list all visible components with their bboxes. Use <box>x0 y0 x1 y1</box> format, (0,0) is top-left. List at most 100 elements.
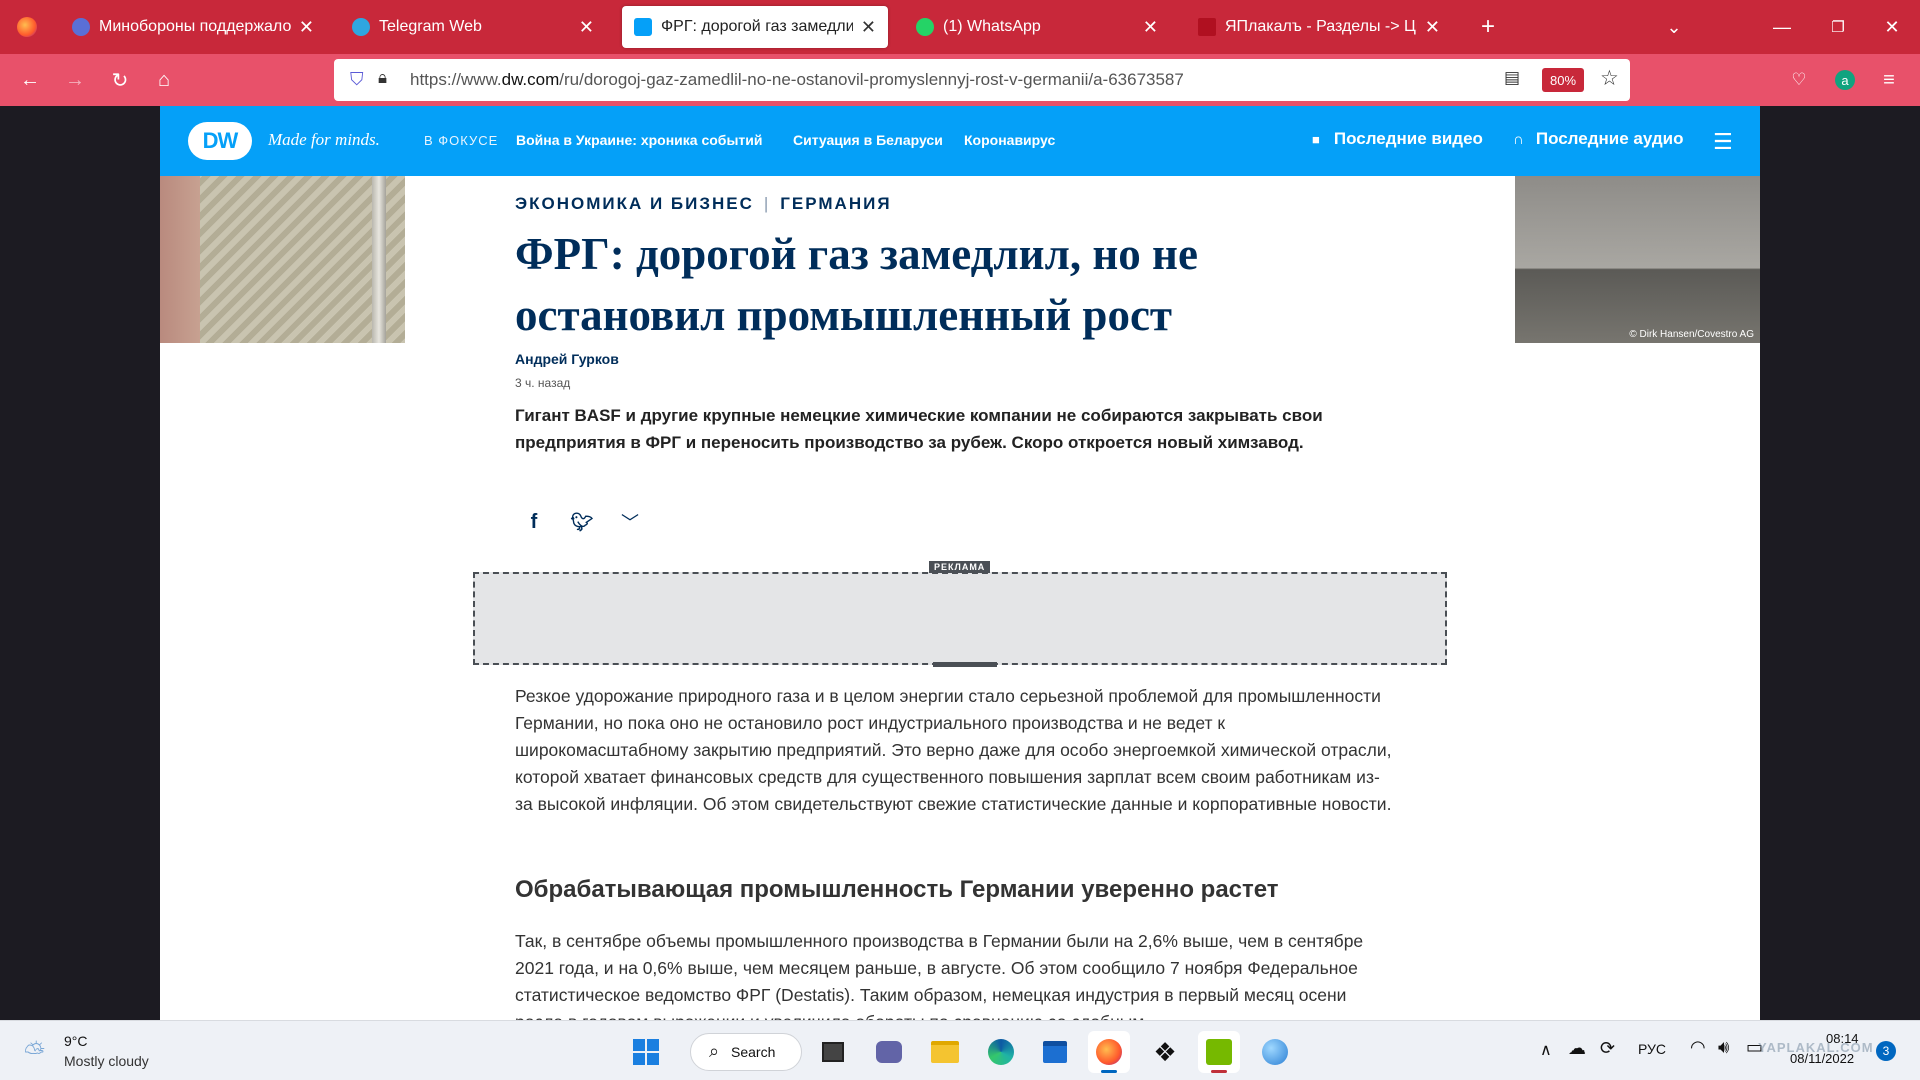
globe-app-icon[interactable] <box>1254 1031 1296 1073</box>
site-watermark: YAPLAKAL.COM <box>1758 1040 1874 1055</box>
headline-line: остановил промышленный рост <box>515 290 1173 340</box>
facebook-share-icon[interactable]: f <box>522 510 546 534</box>
firefox-taskbar-icon[interactable] <box>1088 1031 1130 1073</box>
article-time: 3 ч. назад <box>515 376 571 390</box>
browser-tab[interactable]: ЯПлакалъ - Разделы -> Цитир ✕ <box>1186 6 1452 48</box>
tab-title: ФРГ: дорогой газ замедлил, но <box>661 18 853 35</box>
language-indicator[interactable]: РУС <box>1638 1041 1666 1057</box>
weather-temperature: 9°C <box>64 1033 88 1049</box>
nav-link-ukraine[interactable]: Война в Украине: хроника событий <box>516 132 762 148</box>
home-icon[interactable]: ⌂ <box>147 63 181 97</box>
dw-article-page: DW Made for minds. В ФОКУСЕ Война в Укра… <box>160 106 1760 1020</box>
restore-icon[interactable]: ❐ <box>1810 0 1866 54</box>
more-share-chevron-icon[interactable]: ﹀ <box>618 510 642 534</box>
search-label: Search <box>731 1044 776 1060</box>
nav-link-coronavirus[interactable]: Коронавирус <box>964 132 1055 148</box>
hero-image-right: © Dirk Hansen/Covestro AG <box>1515 176 1760 343</box>
hamburger-menu-icon[interactable]: ≡ <box>1872 63 1906 97</box>
start-windows-icon[interactable] <box>625 1031 667 1073</box>
advertisement-placeholder <box>473 572 1447 665</box>
shield-icon[interactable]: ⛉ <box>350 69 364 90</box>
latest-audio-label: Последние аудио <box>1535 129 1684 148</box>
notification-badge[interactable]: 3 <box>1876 1041 1896 1061</box>
dw-menu-icon[interactable]: ☰ <box>1713 129 1733 155</box>
page-viewport: DW Made for minds. В ФОКУСЕ Война в Укра… <box>0 106 1920 1020</box>
breadcrumb-section[interactable]: ЭКОНОМИКА И БИЗНЕС <box>515 194 754 213</box>
article-headline: ФРГ: дорогой газ замедлил, но не останов… <box>515 224 1395 346</box>
task-view-icon[interactable] <box>812 1031 854 1073</box>
teams-chat-icon[interactable] <box>868 1031 910 1073</box>
weather-widget[interactable]: ⛅︎ 9°C Mostly cloudy <box>20 1031 170 1073</box>
microsoft-store-icon[interactable] <box>1034 1031 1076 1073</box>
breadcrumb: ЭКОНОМИКА И БИЗНЕС | ГЕРМАНИЯ <box>515 194 892 214</box>
edge-browser-icon[interactable] <box>980 1031 1022 1073</box>
url-text[interactable]: https://www.dw.com/ru/dorogoj-gaz-zamedl… <box>410 70 1184 90</box>
search-icon: ⌕ <box>709 1041 720 1061</box>
window-close-icon[interactable]: ✕ <box>1864 0 1920 54</box>
bookmark-star-icon[interactable]: ☆ <box>1600 66 1619 91</box>
pocket-icon[interactable]: ♡ <box>1782 63 1816 97</box>
dw-tagline: Made for minds. <box>268 130 380 149</box>
hero-image-left <box>160 176 405 343</box>
headphones-icon: ∩ <box>1513 130 1524 148</box>
extension-icon[interactable]: a <box>1828 63 1862 97</box>
tab-close-icon[interactable]: ✕ <box>579 17 594 38</box>
tab-title: Минобороны поддержало вве <box>99 18 291 35</box>
windows-taskbar: ⛅︎ 9°C Mostly cloudy ⌕ Search ❖ ∧ ☁︎ ⟳ Р… <box>0 1020 1920 1080</box>
tab-close-icon[interactable]: ✕ <box>1425 17 1440 38</box>
tab-favicon-icon <box>1198 18 1216 36</box>
browser-tab-active[interactable]: ФРГ: дорогой газ замедлил, но ✕ <box>622 6 888 48</box>
reader-view-icon[interactable]: ▤ <box>1504 68 1520 88</box>
sync-icon[interactable]: ⟳ <box>1600 1038 1615 1059</box>
tab-close-icon[interactable]: ✕ <box>861 17 876 38</box>
weather-description: Mostly cloudy <box>64 1053 149 1069</box>
browser-tab[interactable]: Минобороны поддержало вве ✕ <box>60 6 326 48</box>
twitter-share-icon[interactable]: 🐦︎ <box>570 510 594 534</box>
show-hidden-icons-chevron[interactable]: ∧ <box>1540 1040 1552 1060</box>
latest-video-link[interactable]: ■ Последние видео <box>1312 129 1483 149</box>
wifi-icon[interactable]: ◠ <box>1690 1037 1706 1058</box>
article-paragraph: Так, в сентябре объемы промышленного про… <box>515 931 1364 1020</box>
latest-audio-link[interactable]: ∩ Последние аудио <box>1513 129 1684 149</box>
list-all-tabs-icon[interactable]: ⌄ <box>1646 0 1702 54</box>
file-explorer-icon[interactable] <box>924 1031 966 1073</box>
tab-close-icon[interactable]: ✕ <box>299 17 314 38</box>
tab-title: Telegram Web <box>379 18 482 35</box>
address-bar[interactable]: ⛉ 🔒︎ https://www.dw.com/ru/dorogoj-gaz-z… <box>334 59 1630 101</box>
headline-line: ФРГ: дорогой газ замедлил, но не <box>515 229 1198 279</box>
zoom-level-badge[interactable]: 80% <box>1542 68 1584 92</box>
tab-title: (1) WhatsApp <box>943 18 1041 35</box>
tab-close-icon[interactable]: ✕ <box>1143 17 1158 38</box>
volume-icon[interactable]: 🔊︎ <box>1718 1037 1729 1058</box>
forward-arrow-icon[interactable]: → <box>58 63 92 97</box>
nvidia-app-icon[interactable] <box>1198 1031 1240 1073</box>
back-arrow-icon[interactable]: ← <box>13 63 47 97</box>
article-lead: Гигант BASF и другие крупные немецкие хи… <box>515 406 1323 452</box>
article-author[interactable]: Андрей Гурков <box>515 351 619 367</box>
lock-icon[interactable]: 🔒︎ <box>378 68 387 88</box>
latest-video-label: Последние видео <box>1333 129 1483 148</box>
tab-favicon-icon <box>916 18 934 36</box>
firefox-menu-icon[interactable] <box>0 0 54 54</box>
tab-title: ЯПлакалъ - Разделы -> Цитир <box>1225 18 1417 35</box>
advertisement-bar <box>933 662 997 667</box>
minimize-icon[interactable]: — <box>1754 0 1810 54</box>
article-subheading: Обрабатывающая промышленность Германии у… <box>515 876 1279 903</box>
breadcrumb-country[interactable]: ГЕРМАНИЯ <box>780 194 891 213</box>
article-paragraph: Резкое удорожание природного газа и в це… <box>515 686 1392 814</box>
weather-cloud-sun-icon: ⛅︎ <box>24 1037 45 1067</box>
browser-tab[interactable]: Telegram Web ✕ <box>340 6 606 48</box>
photo-credit: © Dirk Hansen/Covestro AG <box>1629 329 1754 340</box>
browser-tab[interactable]: (1) WhatsApp ✕ <box>904 6 1170 48</box>
browser-tab-bar: Минобороны поддержало вве ✕ Telegram Web… <box>0 0 1920 54</box>
tab-favicon-icon <box>72 18 90 36</box>
nav-link-belarus[interactable]: Ситуация в Беларуси <box>793 132 943 148</box>
taskbar-search-box[interactable]: ⌕ Search <box>690 1033 802 1071</box>
reload-icon[interactable]: ↻ <box>103 63 137 97</box>
advertisement-label: РЕКЛАМА <box>929 561 991 573</box>
dropbox-icon[interactable]: ❖ <box>1144 1031 1186 1073</box>
dw-logo[interactable]: DW <box>188 122 252 160</box>
onedrive-cloud-icon[interactable]: ☁︎ <box>1568 1038 1586 1059</box>
new-tab-button[interactable]: + <box>1460 0 1516 54</box>
tab-favicon-icon <box>634 18 652 36</box>
